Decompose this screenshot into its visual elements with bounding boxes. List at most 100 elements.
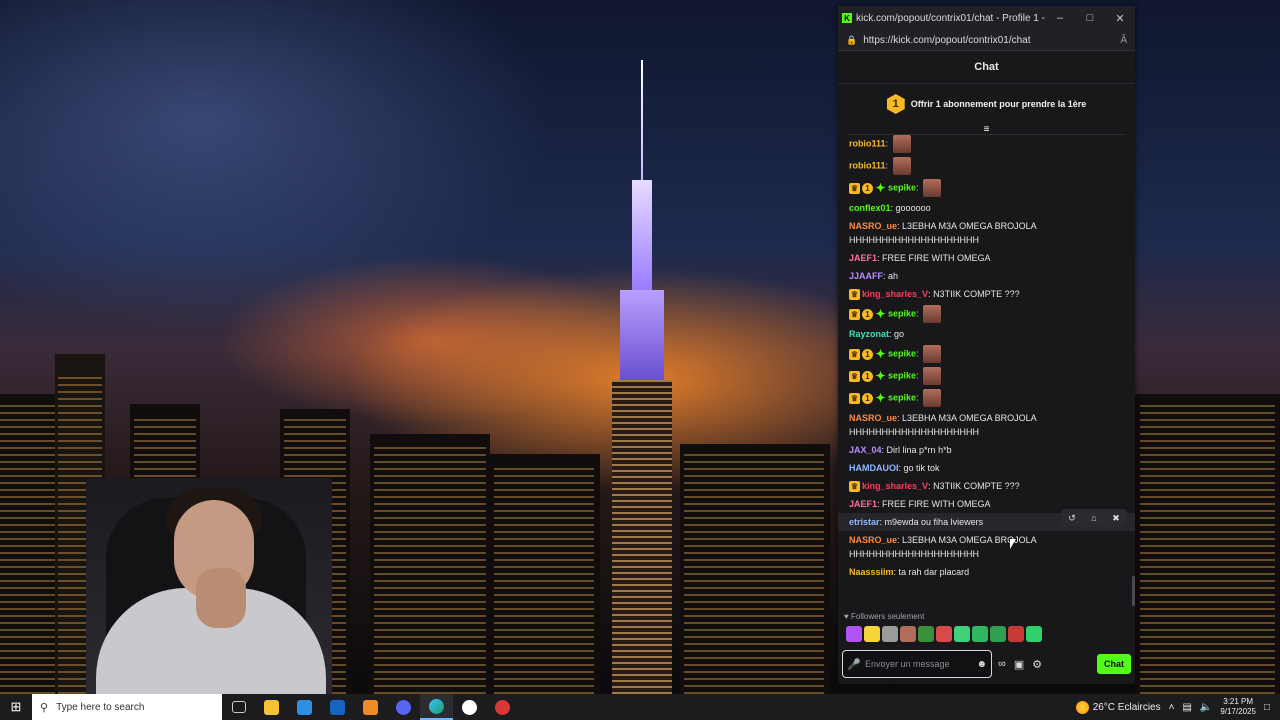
task-view-icon[interactable] [222,694,255,720]
subscriber-badge-icon: 1 [862,392,873,404]
emote-icon[interactable] [1026,626,1042,642]
chat-message[interactable]: conflex01: goooooo [838,199,1135,217]
chat-username[interactable]: king_sharles_V [862,481,928,491]
chat-message-text: go tik tok [903,463,940,473]
address-bar[interactable]: 🔒 https://kick.com/popout/contrix01/chat… [838,30,1135,51]
chat-username[interactable]: conflex01 [849,203,891,213]
chat-message[interactable]: robio111: [838,155,1135,177]
read-aloud-icon[interactable]: Â [1120,35,1127,46]
chat-username[interactable]: sepike [888,370,916,380]
emote-icon[interactable] [882,626,898,642]
chat-message[interactable]: ♛ king_sharles_V: N3TIIK COMPTE ??? [838,285,1135,303]
delete-icon[interactable]: ✖ [1105,509,1127,527]
chat-message-text: FREE FIRE WITH OMEGA [882,253,991,263]
emoji-icon[interactable]: ☻ [976,659,987,670]
chat-username[interactable]: sepike [888,308,916,318]
chat-username[interactable]: JAEF1 [849,499,877,509]
weather-widget[interactable]: 26°C Eclaircies [1075,700,1161,714]
taskbar-search-placeholder[interactable]: Type here to search [56,702,144,713]
chat-message[interactable]: NASRO_ue: L3EBHA M3A OMEGA BROJOLA HHHHH… [838,217,1135,249]
emote-icon[interactable] [846,626,862,642]
gift-subscription-banner[interactable]: 1 Offrir 1 abonnement pour prendre la 1è… [838,84,1135,124]
close-icon[interactable]: ✕ [1105,12,1135,25]
send-chat-button[interactable]: Chat [1097,654,1131,674]
chat-username[interactable]: robio111 [849,138,886,148]
chevron-up-icon[interactable]: ˄ [1169,702,1175,713]
notification-icon[interactable]: □ [1264,702,1270,713]
chat-header: Chat [838,51,1135,84]
chat-username[interactable]: NASRO_ue [849,221,897,231]
chat-username[interactable]: HAMDAUOI [849,463,899,473]
reply-icon[interactable]: ↺ [1061,509,1083,527]
emote-icon[interactable] [900,626,916,642]
emote-icon[interactable] [972,626,988,642]
obs-icon[interactable] [453,694,486,720]
chat-username[interactable]: sepike [888,182,916,192]
edge-icon[interactable] [420,694,453,720]
streaming-app-icon[interactable] [486,694,519,720]
emote-icon[interactable] [864,626,880,642]
vlc-icon[interactable] [354,694,387,720]
emote-quickbar[interactable] [846,626,1042,642]
url-text[interactable]: https://kick.com/popout/contrix01/chat [863,35,1120,46]
taskbar-search-box[interactable]: ⚲ Type here to search [32,694,222,720]
chat-separator: : [916,348,922,359]
pin-icon[interactable]: ⌂ [1083,509,1105,527]
chat-username[interactable]: NASRO_ue [849,413,897,423]
volume-icon[interactable]: 🔈 [1200,702,1212,713]
clock[interactable]: 3:21 PM 9/17/2025 [1220,697,1256,717]
mic-icon[interactable]: 🎤 [847,658,865,671]
emote-icon[interactable] [918,626,934,642]
chat-message[interactable]: JJAAFF: ah [838,267,1135,285]
chat-username[interactable]: sepike [888,348,916,358]
minimize-icon[interactable]: – [1045,12,1075,24]
chat-message[interactable]: ♛ 1 ✦ sepike: [838,387,1135,409]
chat-message[interactable]: JAX_04: Dirl lina p*rn h*b [838,441,1135,459]
network-icon[interactable]: ▤ [1182,702,1191,713]
windows-start-icon[interactable]: ⊞ [0,694,32,720]
chat-message[interactable]: NASRO_ue: L3EBHA M3A OMEGA BROJOLA HHHHH… [838,531,1135,563]
chat-message[interactable]: JAEF1: FREE FIRE WITH OMEGA [838,249,1135,267]
chat-username[interactable]: king_sharles_V [862,289,928,299]
chat-message[interactable]: Rayzonat: go [838,325,1135,343]
chat-message[interactable]: ♛ 1 ✦ sepike: [838,177,1135,199]
chat-username[interactable]: sepike [888,392,916,402]
emote-icon[interactable] [954,626,970,642]
chat-scrollbar[interactable] [1132,576,1135,606]
chat-username[interactable]: JAX_04 [849,445,882,455]
chat-message[interactable]: ♛ 1 ✦ sepike: [838,365,1135,387]
chat-username[interactable]: NASRO_ue [849,535,897,545]
chat-messages-list[interactable]: robio111: robio111: ♛ 1 ✦ sepike: conflex01… [838,133,1135,603]
points-icon[interactable]: ∞ [998,658,1006,670]
chat-username[interactable]: robio111 [849,160,886,170]
chat-message[interactable]: NASRO_ue: L3EBHA M3A OMEGA BROJOLA HHHHH… [838,409,1135,441]
outlook-icon[interactable] [321,694,354,720]
store-icon[interactable]: ▣ [1014,658,1024,671]
discord-icon[interactable] [387,694,420,720]
emote-icon[interactable] [990,626,1006,642]
chat-username[interactable]: Rayzonat [849,329,889,339]
chat-username[interactable]: etristar [849,517,880,527]
chat-message[interactable]: HAMDAUOI: go tik tok [838,459,1135,477]
chat-username[interactable]: JAEF1 [849,253,877,263]
emote-icon[interactable] [1008,626,1024,642]
chat-message[interactable]: ♛ king_sharles_V: N3TIIK COMPTE ??? [838,477,1135,495]
chat-message[interactable]: ♛ 1 ✦ sepike: [838,343,1135,365]
chat-message[interactable]: ♛ 1 ✦ sepike: [838,303,1135,325]
settings-icon[interactable]: ⚙ [1032,658,1042,671]
chat-input-placeholder[interactable]: Envoyer un message [865,659,976,669]
maximize-icon[interactable]: □ [1075,12,1105,24]
chat-message-input[interactable]: 🎤 Envoyer un message ☻ [842,650,992,678]
chat-username[interactable]: Naasssiim [849,567,894,577]
chat-message-text: N3TIIK COMPTE ??? [933,481,1020,491]
file-explorer-icon[interactable] [255,694,288,720]
chat-message[interactable]: Naasssiim: ta rah dar placard [838,563,1135,581]
window-titlebar[interactable]: K kick.com/popout/contrix01/chat - Profi… [838,6,1135,30]
chat-message[interactable]: etristar: m9ewda ou fiha lviewers ↺ ⌂ ✖ [838,509,1135,531]
microsoft-store-icon[interactable] [288,694,321,720]
crown-badge-icon: ♛ [849,348,860,360]
chat-message[interactable]: robio111: [838,133,1135,155]
chat-username[interactable]: JJAAFF [849,271,883,281]
emote-icon[interactable] [936,626,952,642]
city-building-lights [0,404,60,694]
